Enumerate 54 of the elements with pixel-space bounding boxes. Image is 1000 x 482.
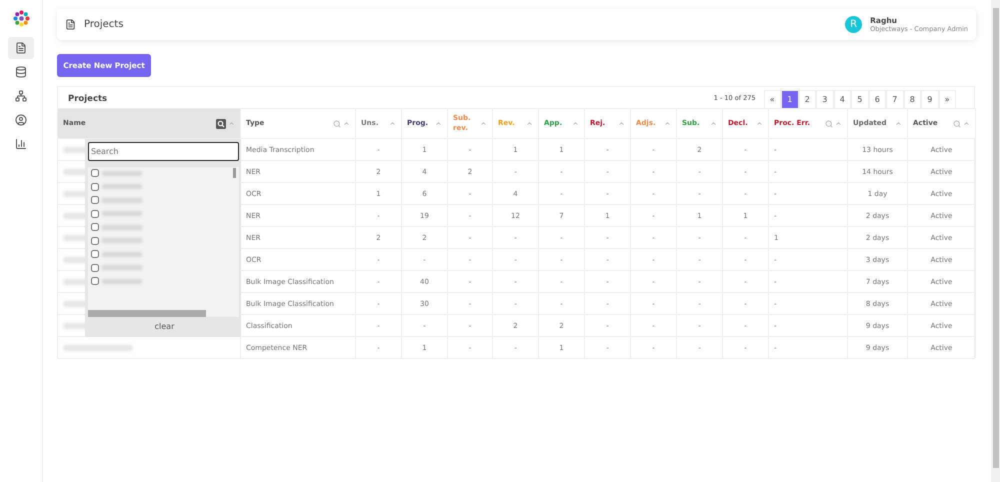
page-button[interactable]: 4 [834, 90, 851, 108]
sort-icon[interactable] [710, 120, 717, 127]
page-button[interactable]: 8 [904, 90, 921, 108]
user-circle-icon [15, 114, 27, 126]
checkbox[interactable] [91, 169, 99, 177]
bar-chart-icon [15, 138, 27, 150]
page-button[interactable]: 6 [868, 90, 886, 108]
sort-icon[interactable] [664, 120, 671, 127]
checkbox[interactable] [91, 223, 99, 231]
redacted-text [102, 184, 142, 189]
scrollbar-thumb[interactable] [233, 168, 236, 178]
redacted-text [63, 344, 133, 350]
sort-icon[interactable] [435, 120, 442, 127]
scrollbar-thumb[interactable] [88, 310, 206, 317]
page-button[interactable]: « [764, 90, 781, 108]
sort-icon[interactable] [756, 120, 763, 127]
sort-icon[interactable] [618, 120, 625, 127]
sort-icon[interactable] [526, 120, 533, 127]
sidebar-item[interactable] [8, 37, 34, 59]
page-button[interactable]: 7 [886, 90, 904, 108]
checkbox[interactable] [91, 236, 99, 244]
sort-icon[interactable] [963, 120, 970, 127]
checkbox[interactable] [91, 210, 99, 218]
database-icon [15, 66, 27, 78]
scrollbar-thumb[interactable] [992, 8, 998, 468]
sort-icon[interactable] [895, 120, 902, 127]
page-button[interactable]: » [938, 90, 956, 108]
checkbox[interactable] [91, 196, 99, 204]
redacted-text [102, 224, 142, 230]
sort-icon[interactable] [835, 120, 842, 127]
search-icon[interactable] [216, 118, 226, 128]
table-title: Projects [68, 94, 108, 106]
sort-icon[interactable] [228, 120, 235, 127]
search-field[interactable]: Search [88, 142, 239, 161]
checkbox[interactable] [91, 250, 99, 258]
checkbox[interactable] [91, 182, 99, 190]
redacted-text [102, 265, 142, 270]
page-title: Projects [84, 19, 124, 30]
sort-icon[interactable] [572, 120, 579, 127]
logo-icon [12, 10, 30, 27]
checkbox[interactable] [91, 277, 99, 285]
page-button[interactable]: 3 [816, 90, 834, 108]
checkbox[interactable] [91, 264, 99, 272]
sort-icon[interactable] [343, 120, 350, 127]
page-button[interactable]: 5 [851, 90, 868, 108]
document-icon [65, 19, 76, 30]
sort-icon[interactable] [480, 120, 487, 127]
document-icon [15, 42, 27, 54]
page-button[interactable]: 2 [798, 90, 816, 108]
page-button[interactable]: 1 [781, 90, 798, 108]
page-button[interactable]: 9 [921, 90, 938, 108]
hierarchy-icon [15, 90, 27, 102]
clear-button[interactable]: clear [88, 317, 241, 335]
sort-icon[interactable] [389, 120, 396, 127]
